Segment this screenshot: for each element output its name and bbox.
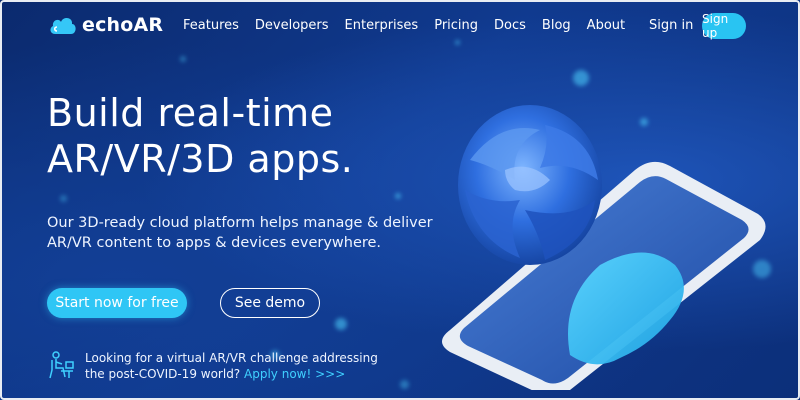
nav-link-enterprises[interactable]: Enterprises — [345, 18, 419, 33]
sign-up-button[interactable]: Sign up — [702, 12, 746, 40]
see-demo-button[interactable]: See demo — [220, 288, 320, 318]
nav-link-about[interactable]: About — [587, 18, 625, 33]
apply-now-link[interactable]: Apply now! >>> — [244, 367, 345, 381]
hero-subtitle-line1: Our 3D-ready cloud platform helps manage… — [47, 215, 433, 231]
bokeh-dot — [335, 318, 347, 330]
promo-banner: Looking for a virtual AR/VR challenge ad… — [47, 350, 378, 382]
nav-link-docs[interactable]: Docs — [494, 18, 526, 33]
nav-link-features[interactable]: Features — [183, 18, 239, 33]
bokeh-dot — [573, 70, 589, 86]
swirl-3d-graphic — [458, 105, 602, 265]
hero-headline-line2: AR/VR/3D apps. — [47, 137, 354, 181]
promo-line1: Looking for a virtual AR/VR challenge ad… — [85, 351, 378, 365]
brand-name: echoAR — [82, 14, 164, 36]
hero-headline-line1: Build real-time — [47, 91, 334, 135]
hero-illustration — [420, 90, 780, 397]
hero-headline: Build real-time AR/VR/3D apps. — [47, 90, 353, 182]
start-now-button[interactable]: Start now for free — [47, 288, 187, 318]
nav-links: Features Developers Enterprises Pricing … — [183, 18, 625, 33]
person-at-desk-icon — [47, 350, 75, 380]
cloud-logo-icon — [48, 14, 78, 36]
bokeh-dot — [395, 193, 401, 199]
nav-link-pricing[interactable]: Pricing — [434, 18, 478, 33]
brand-logo[interactable]: echoAR — [48, 14, 163, 36]
bokeh-dot — [400, 380, 409, 389]
bokeh-dot — [60, 195, 67, 202]
hero-subtitle-line2: AR/VR content to apps & devices everywhe… — [47, 235, 382, 251]
nav-link-blog[interactable]: Blog — [542, 18, 571, 33]
hero-subtitle: Our 3D-ready cloud platform helps manage… — [47, 213, 433, 253]
nav-link-developers[interactable]: Developers — [255, 18, 329, 33]
top-navigation: echoAR Features Developers Enterprises P… — [0, 0, 800, 52]
sign-in-link[interactable]: Sign in — [649, 18, 693, 33]
promo-text: Looking for a virtual AR/VR challenge ad… — [85, 350, 378, 382]
bokeh-dot — [180, 56, 186, 62]
promo-line2: the post-COVID-19 world? — [85, 367, 241, 381]
